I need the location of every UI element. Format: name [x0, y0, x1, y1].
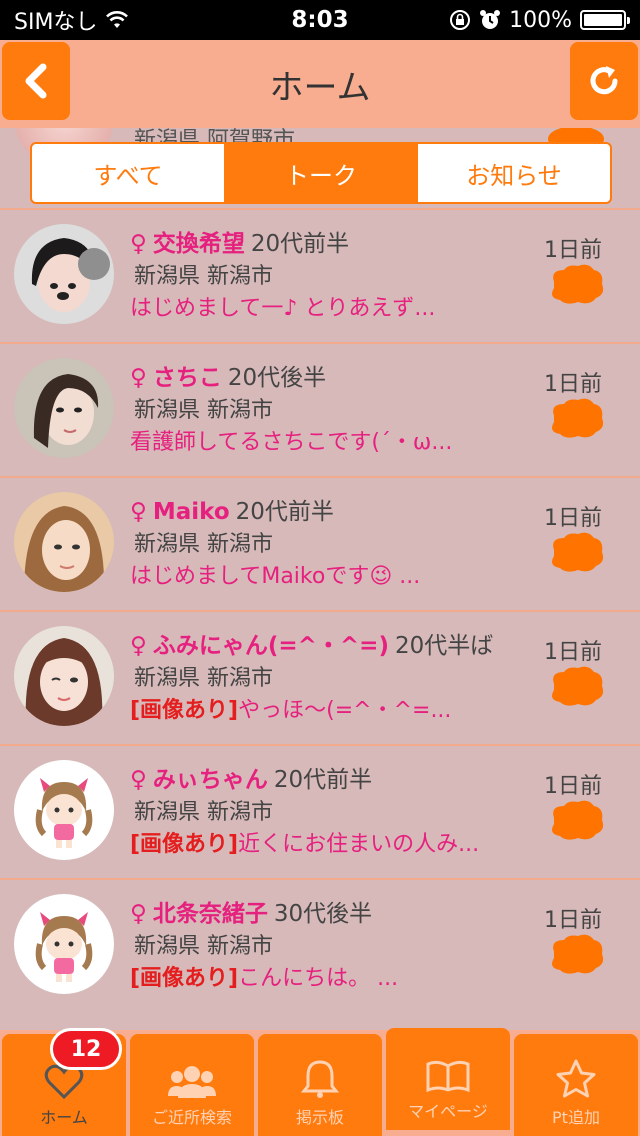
- battery-icon: [580, 10, 630, 30]
- list-item[interactable]: ♀ ふみにゃん(=^・^=) 20代半ば 新潟県 新潟市 [画像あり]やっほ〜(=^…: [0, 610, 640, 744]
- message-text: はじめましてMaikoです😉 ...: [130, 564, 421, 589]
- nav-label: ご近所検索: [151, 1108, 232, 1127]
- message-preview: [画像あり]近くにお住まいの人み...: [130, 826, 479, 858]
- message-text: はじめまして一♪ とりあえず...: [130, 296, 436, 321]
- avatar[interactable]: [14, 760, 114, 860]
- user-location: 新潟県 新潟市: [134, 800, 273, 825]
- message-preview: はじめまして一♪ とりあえず...: [130, 290, 435, 322]
- list-item[interactable]: ♀ さちこ 20代後半 新潟県 新潟市 看護師してるさちこです(´・ω... 1日前: [0, 342, 640, 476]
- nav-bulletin-board[interactable]: 掲示板: [258, 1034, 382, 1136]
- message-time: 1日前: [544, 238, 602, 263]
- rotation-lock-icon: [450, 10, 471, 30]
- message-time: 1日前: [544, 774, 602, 799]
- avatar[interactable]: [14, 492, 114, 592]
- user-age: 20代半ば: [394, 633, 494, 659]
- nav-label: ホーム: [40, 1108, 88, 1127]
- user-location: 新潟県 新潟市: [134, 934, 273, 959]
- book-icon: [426, 1060, 470, 1093]
- list-item[interactable]: ♀ 交換希望 20代前半 新潟県 新潟市 はじめまして一♪ とりあえず... 1日前: [0, 208, 640, 342]
- female-icon: ♀: [130, 767, 147, 793]
- message-text: 近くにお住まいの人み...: [238, 832, 480, 857]
- bottom-nav: 12 ホーム ご近所検索 掲示板 マイページ Pt追加: [0, 1028, 640, 1136]
- user-name: ふみにゃん(=^・^=): [152, 633, 389, 659]
- nav-home[interactable]: 12 ホーム: [2, 1028, 126, 1136]
- chat-bubble-icon: [552, 934, 604, 974]
- user-name: みぃちゃん: [152, 767, 268, 793]
- list-item[interactable]: ♀ みぃちゃん 20代前半 新潟県 新潟市 [画像あり]近くにお住まいの人み... …: [0, 744, 640, 878]
- message-text: 看護師してるさちこです(´・ω...: [130, 430, 453, 455]
- clock: 8:03: [291, 7, 349, 33]
- avatar[interactable]: [14, 358, 114, 458]
- avatar[interactable]: [14, 894, 114, 994]
- unread-badge: 12: [50, 1028, 122, 1070]
- chat-bubble-icon: [552, 532, 604, 572]
- status-bar: SIMなし 8:03 100%: [0, 0, 640, 40]
- message-text: こんにちは。 ...: [238, 966, 399, 991]
- message-preview: [画像あり]こんにちは。 ...: [130, 960, 398, 992]
- bell-icon: [300, 1060, 340, 1098]
- message-preview: はじめましてMaikoです😉 ...: [130, 558, 420, 590]
- carrier-label: SIMなし: [14, 10, 98, 35]
- message-time: 1日前: [544, 908, 602, 933]
- user-age: 20代前半: [273, 767, 373, 793]
- page-title: ホーム: [269, 68, 371, 108]
- message-time: 1日前: [544, 372, 602, 397]
- nav-my-page[interactable]: マイページ: [386, 1028, 510, 1130]
- female-icon: ♀: [130, 365, 147, 391]
- message-text: やっほ〜(=^・^=...: [238, 698, 452, 723]
- alarm-icon: [480, 10, 501, 29]
- people-icon: [168, 1066, 216, 1098]
- female-icon: ♀: [130, 901, 147, 927]
- refresh-icon: [590, 66, 618, 95]
- nav-label: マイページ: [408, 1102, 488, 1121]
- female-icon: ♀: [130, 633, 147, 659]
- tab-talk[interactable]: トーク: [225, 144, 418, 202]
- message-preview: 看護師してるさちこです(´・ω...: [130, 424, 452, 456]
- user-age: 20代後半: [227, 365, 327, 391]
- talk-list: ♀ 交換希望 20代前半 新潟県 新潟市 はじめまして一♪ とりあえず... 1日前…: [0, 208, 640, 1012]
- avatar[interactable]: [14, 626, 114, 726]
- user-location: 新潟県 新潟市: [134, 264, 273, 289]
- message-time: 1日前: [544, 640, 602, 665]
- chat-bubble-icon: [552, 264, 604, 304]
- message-time: 1日前: [544, 506, 602, 531]
- nav-nearby-search[interactable]: ご近所検索: [130, 1034, 254, 1136]
- female-icon: ♀: [130, 231, 147, 257]
- user-location: 新潟県 新潟市: [134, 398, 273, 423]
- user-age: 20代前半: [250, 231, 350, 257]
- tab-notifications[interactable]: お知らせ: [418, 144, 610, 202]
- user-name: さちこ: [152, 365, 222, 391]
- nav-label: 掲示板: [295, 1108, 344, 1127]
- battery-percent: 100%: [509, 7, 572, 33]
- user-location: 新潟県 新潟市: [134, 532, 273, 557]
- segment-tabs: すべて トーク お知らせ: [30, 142, 612, 204]
- user-name: Maiko: [152, 499, 230, 525]
- user-location: 新潟県 新潟市: [134, 666, 273, 691]
- avatar[interactable]: [14, 224, 114, 324]
- refresh-button[interactable]: [570, 42, 638, 120]
- app-header: ホーム: [0, 40, 640, 128]
- wifi-icon: [106, 11, 129, 28]
- tab-all[interactable]: すべて: [32, 144, 225, 202]
- chat-bubble-icon: [552, 666, 604, 706]
- user-name: 北条奈緒子: [152, 901, 268, 927]
- image-tag: [画像あり]: [130, 966, 239, 991]
- female-icon: ♀: [130, 499, 147, 525]
- message-preview: [画像あり]やっほ〜(=^・^=...: [130, 692, 451, 724]
- nav-add-points[interactable]: Pt追加: [514, 1034, 638, 1136]
- list-item[interactable]: ♀ Maiko 20代前半 新潟県 新潟市 はじめましてMaikoです😉 ... 1…: [0, 476, 640, 610]
- nav-label: Pt追加: [552, 1108, 600, 1127]
- list-item[interactable]: ♀ 北条奈緒子 30代後半 新潟県 新潟市 [画像あり]こんにちは。 ... 1日前: [0, 878, 640, 1012]
- user-name: 交換希望: [152, 231, 245, 257]
- image-tag: [画像あり]: [130, 698, 239, 723]
- chat-bubble-icon: [552, 800, 604, 840]
- star-icon: [556, 1059, 596, 1098]
- user-age: 20代前半: [235, 499, 334, 525]
- chat-bubble-icon: [552, 398, 604, 438]
- user-age: 30代後半: [273, 901, 373, 927]
- image-tag: [画像あり]: [130, 832, 239, 857]
